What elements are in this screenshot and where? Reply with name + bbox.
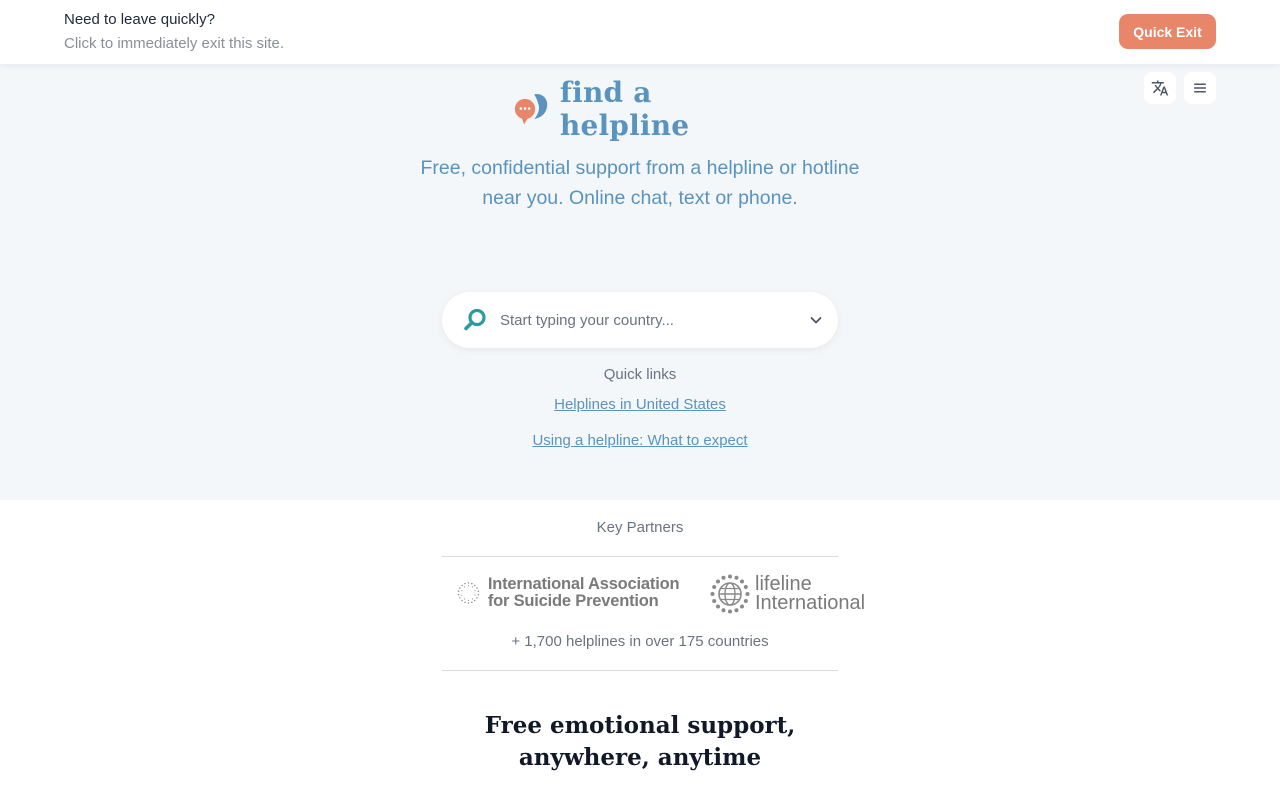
hamburger-menu-icon xyxy=(1194,83,1206,93)
site-logo[interactable]: find a helpline xyxy=(513,76,773,142)
partners-bottom-divider xyxy=(442,670,838,671)
quick-exit-banner: Need to leave quickly? Click to immediat… xyxy=(0,0,1280,64)
speech-bubbles-logo-icon xyxy=(514,93,548,125)
brand-name: find a helpline xyxy=(559,76,690,142)
section-heading-line-1: Free emotional support, xyxy=(484,712,796,739)
chevron-down-icon[interactable] xyxy=(808,312,824,328)
iasp-logo-text: International Association for Suicide Pr… xyxy=(487,575,680,610)
helpline-count: + 1,700 helplines in over 175 countries xyxy=(511,633,769,650)
key-partners-title: Key Partners xyxy=(596,519,684,536)
section-heading: Free emotional support, anywhere, anytim… xyxy=(440,710,840,774)
section-heading-line-2: anywhere, anytime xyxy=(518,744,762,771)
quick-link-what-to-expect[interactable]: Using a helpline: What to expect xyxy=(440,432,840,449)
lifeline-logo-text: lifeline International xyxy=(755,573,866,614)
quick-exit-subtitle: Click to immediately exit this site. xyxy=(64,35,285,52)
quick-link-helplines-us[interactable]: Helplines in United States xyxy=(440,396,840,413)
country-search[interactable] xyxy=(442,292,838,348)
search-icon xyxy=(464,308,486,331)
lifeline-international-logo[interactable]: lifeline International xyxy=(710,573,866,614)
iasp-logo[interactable]: International Association for Suicide Pr… xyxy=(457,573,697,613)
translate-button[interactable] xyxy=(1144,72,1176,104)
iasp-emblem-icon xyxy=(457,582,480,604)
quick-exit-title: Need to leave quickly? xyxy=(64,11,215,28)
quick-exit-button[interactable]: Quick Exit xyxy=(1119,14,1216,49)
lifeline-globe-icon xyxy=(710,574,750,614)
partners-top-divider xyxy=(442,556,838,557)
translate-icon xyxy=(1151,80,1169,96)
hero-tagline: Free, confidential support from a helpli… xyxy=(420,157,860,209)
country-search-input[interactable] xyxy=(500,308,800,332)
quick-links-title: Quick links xyxy=(603,366,677,383)
menu-button[interactable] xyxy=(1184,72,1216,104)
